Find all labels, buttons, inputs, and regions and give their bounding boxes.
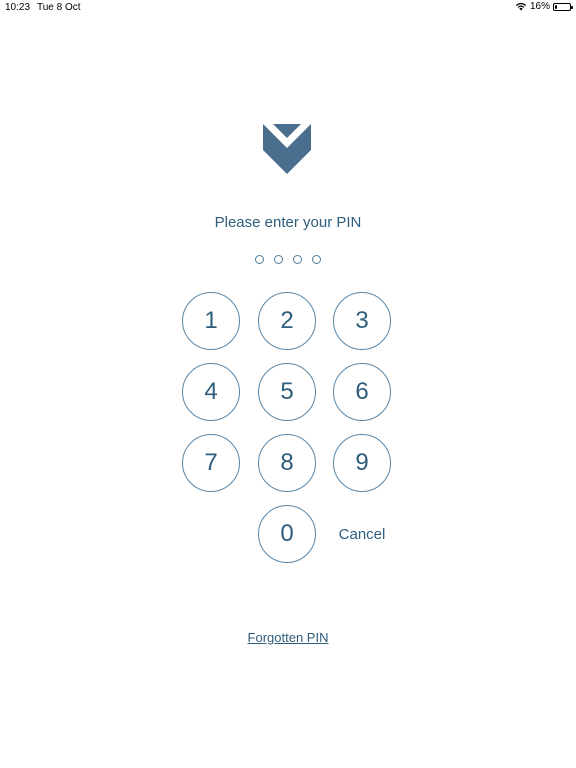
key-0-button[interactable]: 0	[258, 505, 316, 563]
key-9-button[interactable]: 9	[333, 434, 391, 492]
pin-dot	[255, 255, 264, 264]
pin-entry-screen: 10:23 Tue 8 Oct 16% Please enter your PI…	[0, 0, 576, 768]
key-6-button[interactable]: 6	[333, 363, 391, 421]
status-bar: 10:23 Tue 8 Oct 16%	[0, 0, 576, 16]
key-3-button[interactable]: 3	[333, 292, 391, 350]
key-2-button[interactable]: 2	[258, 292, 316, 350]
status-time: 10:23	[5, 2, 31, 13]
cancel-button[interactable]: Cancel	[333, 505, 391, 563]
key-7-button[interactable]: 7	[182, 434, 240, 492]
key-8-button[interactable]: 8	[258, 434, 316, 492]
status-date: Tue 8 Oct	[37, 2, 81, 13]
app-logo-icon	[263, 124, 311, 174]
status-indicators: 16%	[515, 1, 573, 12]
wifi-icon	[515, 2, 527, 11]
pin-dot	[312, 255, 321, 264]
key-1-button[interactable]: 1	[182, 292, 240, 350]
pin-dot	[293, 255, 302, 264]
battery-icon	[553, 2, 573, 11]
battery-percent: 16%	[529, 1, 550, 12]
key-5-button[interactable]: 5	[258, 363, 316, 421]
forgotten-pin-link[interactable]: Forgotten PIN	[0, 630, 576, 645]
pin-indicator	[0, 255, 576, 264]
pin-dot	[274, 255, 283, 264]
battery-level	[555, 4, 558, 9]
pin-prompt: Please enter your PIN	[214, 214, 362, 231]
key-4-button[interactable]: 4	[182, 363, 240, 421]
